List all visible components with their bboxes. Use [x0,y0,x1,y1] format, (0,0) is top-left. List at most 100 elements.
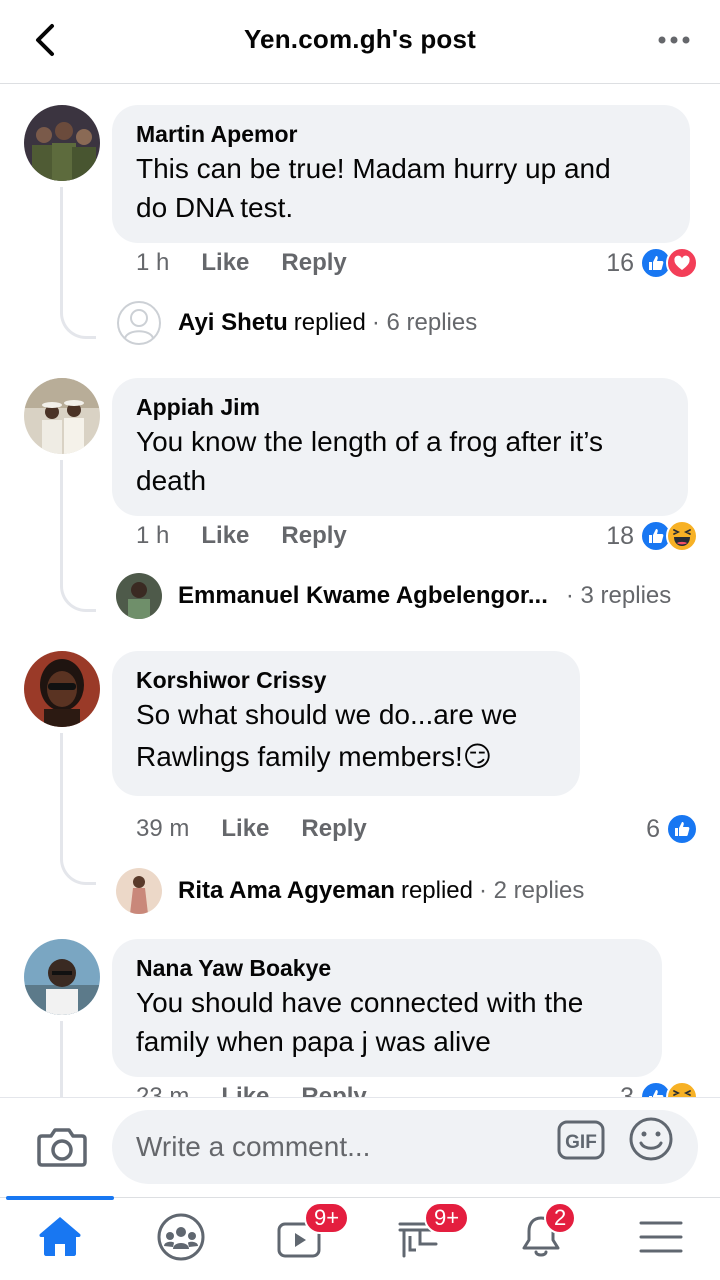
avatar[interactable] [24,651,100,727]
comment-author[interactable]: Nana Yaw Boakye [136,953,638,983]
reply-verb: replied [293,309,366,336]
avatar[interactable] [24,939,100,1015]
emoji-button[interactable] [628,1116,674,1162]
reaction-count: 3 [620,1082,634,1098]
reaction-count: 16 [606,248,634,277]
page-title: Yen.com.gh's post [243,24,477,54]
comment-actions: 23 m Like Reply [136,1077,399,1097]
notification-badge: 9+ [424,1202,470,1234]
avatar-photo [24,378,100,454]
reaction-count: 6 [646,814,660,843]
reaction-summary[interactable]: 18 [606,516,698,556]
tab-home[interactable] [0,1196,120,1280]
active-tab-indicator [6,1196,114,1200]
reply-author: Emmanuel Kwame Agbelengor... [178,582,548,609]
avatar-photo [24,939,100,1015]
gif-label: GIF [565,1132,597,1153]
comment-actions: 1 h Like Reply [136,243,379,283]
groups-icon [157,1213,205,1261]
comment-bubble[interactable]: Martin Apemor This can be true! Madam hu… [112,105,690,243]
home-icon [39,1217,81,1256]
reaction-count: 18 [606,521,634,550]
comment-text-line: You know the length of a frog after it’s [136,426,603,457]
thread-connector [60,460,96,612]
reply-author: Rita Ama Agyeman [178,877,395,904]
comment-text-line: You should have connected with the [136,987,584,1018]
comment-text-line: family when papa j was alive [136,1026,491,1057]
tab-watch[interactable]: 9+ [240,1198,360,1280]
comment-composer: Write a comment... GIF [0,1097,720,1197]
tab-marketplace[interactable]: 9+ [360,1198,480,1280]
avatar [116,300,162,346]
love-icon [666,247,698,279]
comment-bubble[interactable]: Nana Yaw Boakye You should have connecte… [112,939,662,1077]
bottom-navigation: 9+ 9+ 2 [0,1196,720,1280]
haha-icon [666,1081,698,1097]
comment-text-line: do DNA test. [136,192,294,223]
camera-icon [37,1128,87,1167]
avatar [116,573,162,619]
tab-notifications[interactable]: 2 [480,1198,600,1280]
comment-text-line: This can be true! Madam hurry up and [136,153,611,184]
like-button[interactable]: Like [221,1083,269,1097]
comment-text-line: death [136,465,207,496]
more-icon [658,36,690,44]
reply-button[interactable]: Reply [281,522,346,550]
like-button[interactable]: Like [221,815,269,843]
replies-preview[interactable]: Rita Ama Agyeman replied · 2 replies [116,867,584,915]
comment-time: 1 h [136,522,170,549]
comments-feed[interactable]: Martin Apemor This can be true! Madam hu… [0,85,720,1097]
thread-connector [60,733,96,885]
gif-button[interactable]: GIF [556,1118,606,1162]
reply-count: · 6 replies [371,309,478,336]
reaction-summary[interactable]: 6 [646,809,698,849]
thread-connector [60,187,96,339]
comment-author[interactable]: Appiah Jim [136,392,664,422]
reply-button[interactable]: Reply [281,249,346,277]
comment-author[interactable]: Martin Apemor [136,119,666,149]
avatar-photo [116,573,162,619]
notification-badge: 9+ [304,1202,350,1234]
reaction-summary[interactable]: 3 [620,1077,698,1097]
chevron-left-icon [36,24,54,56]
avatar[interactable] [24,378,100,454]
comment-input-placeholder: Write a comment... [136,1131,371,1162]
like-button[interactable]: Like [201,522,249,550]
reply-count: · 2 replies [479,877,585,904]
avatar-photo [24,651,100,727]
comment-actions: 39 m Like Reply [136,809,399,849]
comment-time: 1 h [136,249,170,276]
avatar-photo [116,868,162,914]
post-header: Yen.com.gh's post [0,0,720,84]
comment-text-line: Rawlings family members!😏 [136,741,492,772]
reply-button[interactable]: Reply [301,1083,366,1097]
tab-menu[interactable] [600,1198,720,1280]
comment-input[interactable]: Write a comment... [112,1110,698,1184]
comment-actions: 1 h Like Reply [136,516,379,556]
more-options-button[interactable] [656,30,692,50]
comment-bubble[interactable]: Korshiwor Crissy So what should we do...… [112,651,580,796]
reply-button[interactable]: Reply [301,815,366,843]
avatar[interactable] [24,105,100,181]
replies-preview[interactable]: Ayi Shetu replied · 6 replies [116,299,477,347]
smiley-icon [629,1117,673,1161]
comment-bubble[interactable]: Appiah Jim You know the length of a frog… [112,378,688,516]
back-button[interactable] [26,20,66,60]
gif-icon: GIF [557,1120,605,1160]
comment-author[interactable]: Korshiwor Crissy [136,665,556,695]
reply-verb: replied [400,877,473,904]
replies-preview[interactable]: Emmanuel Kwame Agbelengor... · 3 replies [116,572,671,620]
like-button[interactable]: Like [201,249,249,277]
reaction-summary[interactable]: 16 [606,243,698,283]
haha-icon [666,520,698,552]
reply-count: · 3 replies [565,582,672,609]
like-icon [666,813,698,845]
menu-icon [639,1221,683,1253]
reply-author: Ayi Shetu [178,309,288,336]
notification-badge: 2 [544,1202,577,1234]
avatar-photo [24,105,100,181]
comment-text-line: So what should we do...are we [136,699,518,730]
tab-groups[interactable] [120,1198,240,1280]
camera-button[interactable] [36,1122,88,1170]
avatar [116,868,162,914]
